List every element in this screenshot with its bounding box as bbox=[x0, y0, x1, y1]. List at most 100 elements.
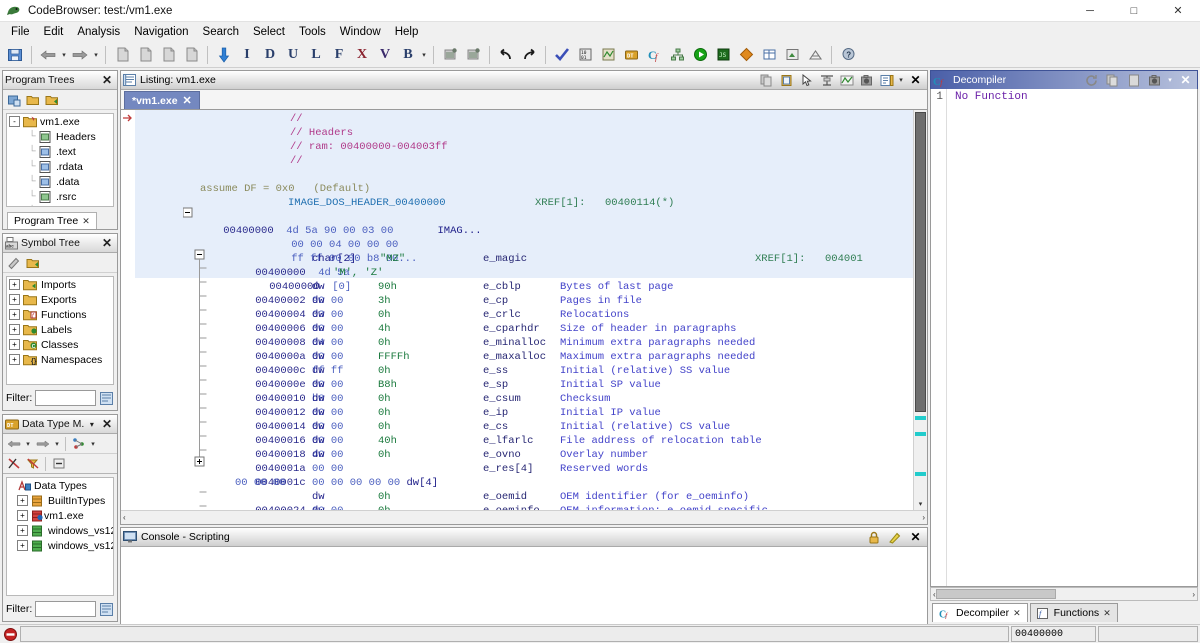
snapshot-listing-icon[interactable] bbox=[439, 44, 461, 66]
filter-pointers-icon[interactable] bbox=[70, 435, 87, 452]
rename-symbol-icon[interactable] bbox=[5, 254, 22, 271]
table-icon[interactable] bbox=[758, 44, 780, 66]
collapse-all-icon[interactable] bbox=[50, 455, 67, 472]
memory-map-icon[interactable] bbox=[597, 44, 619, 66]
tab-close-icon[interactable]: ✕ bbox=[82, 216, 90, 227]
redo-icon[interactable] bbox=[518, 44, 540, 66]
tab-close-icon[interactable]: ✕ bbox=[1103, 608, 1111, 619]
minimize-button[interactable]: ─ bbox=[1068, 0, 1112, 22]
save-icon[interactable] bbox=[4, 44, 26, 66]
listing-field-name[interactable]: e_oemid bbox=[483, 490, 527, 504]
next-undefined-icon[interactable] bbox=[180, 44, 202, 66]
next-down-icon[interactable] bbox=[213, 44, 235, 66]
listing-xref-value[interactable]: 00400114(*) bbox=[605, 196, 674, 210]
forward-dropdown-icon[interactable]: ▾ bbox=[53, 440, 61, 448]
export-c-icon[interactable] bbox=[1124, 72, 1143, 89]
filter-dropdown-icon[interactable]: ▾ bbox=[89, 440, 97, 448]
paste-icon[interactable] bbox=[777, 72, 796, 89]
tab-close-icon[interactable]: ✕ bbox=[1013, 608, 1021, 619]
symbol-tree-close-icon[interactable]: ✕ bbox=[99, 236, 115, 250]
listing-scroll-thumb[interactable] bbox=[915, 112, 926, 412]
tree-node-headers[interactable]: └ Headers bbox=[7, 129, 113, 144]
filter-options-icon[interactable] bbox=[99, 391, 114, 406]
tree-node-rsrc[interactable]: └ .rsrc bbox=[7, 189, 113, 204]
tree-node-namespaces[interactable]: + {} Namespaces bbox=[7, 352, 113, 367]
listing-close-icon[interactable]: ✕ bbox=[906, 72, 925, 89]
symbol-tree-view[interactable]: + Imports + Exports + f Functions bbox=[6, 276, 114, 385]
select-cursor-icon[interactable] bbox=[797, 72, 816, 89]
listing-vertical-scrollbar[interactable]: ▾ bbox=[913, 110, 927, 510]
no-filter-icon[interactable] bbox=[5, 455, 22, 472]
listing-value[interactable]: 0h bbox=[378, 308, 391, 322]
tree-node-reloc[interactable]: └ .reloc bbox=[7, 204, 113, 207]
dtm-filter-input[interactable] bbox=[35, 601, 96, 617]
tree-node-windows-vs12-64[interactable]: + windows_vs12_64 bbox=[7, 538, 113, 553]
clear-console-icon[interactable] bbox=[885, 529, 904, 546]
listing-expanders[interactable] bbox=[183, 206, 213, 510]
back-arrow-icon[interactable] bbox=[5, 435, 22, 452]
listing-value[interactable]: 0h bbox=[378, 420, 391, 434]
tree-node-classes[interactable]: + C Classes bbox=[7, 337, 113, 352]
export-icon[interactable] bbox=[781, 44, 803, 66]
listing-value[interactable]: 0h bbox=[378, 406, 391, 420]
expander-icon[interactable]: + bbox=[17, 510, 28, 521]
copy-icon[interactable] bbox=[757, 72, 776, 89]
create-folder-icon[interactable] bbox=[5, 91, 22, 108]
next-data-icon[interactable] bbox=[157, 44, 179, 66]
file-tab-vm1-exe[interactable]: *vm1.exe ✕ bbox=[124, 91, 200, 109]
tree-node-text[interactable]: └ .text bbox=[7, 144, 113, 159]
back-arrow-icon[interactable] bbox=[37, 44, 59, 66]
listing-field-name[interactable]: e_cblp bbox=[483, 280, 521, 294]
program-tree-view[interactable]: - vm1.exe └ Headers └ .text bbox=[6, 113, 114, 207]
next-instruction-icon[interactable] bbox=[134, 44, 156, 66]
console-body[interactable] bbox=[121, 547, 927, 626]
listing-value[interactable]: B8h bbox=[378, 378, 397, 392]
undo-icon[interactable] bbox=[495, 44, 517, 66]
no-entry-icon[interactable] bbox=[2, 626, 18, 642]
listing-label[interactable]: IMAGE_DOS_HEADER_00400000 bbox=[288, 196, 446, 210]
clear-filter-icon[interactable] bbox=[24, 455, 41, 472]
open-folder-icon[interactable] bbox=[24, 91, 41, 108]
decompiler-horizontal-scrollbar[interactable]: ‹ › bbox=[930, 587, 1198, 601]
label-marker-icon[interactable]: L bbox=[305, 44, 327, 66]
listing-xref-value[interactable]: 004001 bbox=[825, 252, 863, 266]
listing-value[interactable]: 0h bbox=[378, 392, 391, 406]
archive-icon[interactable] bbox=[804, 44, 826, 66]
listing-body[interactable]: // // Headers // ram: 00400000-004003ff … bbox=[121, 110, 927, 510]
dtm-menu-caret-icon[interactable]: ▾ bbox=[88, 420, 96, 429]
tree-node-root[interactable]: - vm1.exe bbox=[7, 114, 113, 129]
listing-field-name[interactable]: e_crlc bbox=[483, 308, 521, 322]
filter-options-icon[interactable] bbox=[99, 602, 114, 617]
snapshot-window-icon[interactable] bbox=[462, 44, 484, 66]
undefined-marker-icon[interactable]: U bbox=[282, 44, 304, 66]
listing-field-name[interactable]: e_sp bbox=[483, 378, 508, 392]
decompiler-menu-caret-icon[interactable]: ▾ bbox=[1166, 76, 1174, 84]
diff-icon[interactable] bbox=[735, 44, 757, 66]
refresh-icon[interactable] bbox=[1082, 72, 1101, 89]
script-manager-icon[interactable]: JS bbox=[712, 44, 734, 66]
listing-value[interactable]: 0h bbox=[378, 364, 391, 378]
edit-fields-icon[interactable] bbox=[877, 72, 896, 89]
tab-decompiler[interactable]: Cf Decompiler ✕ bbox=[932, 603, 1028, 622]
decompiler-scroll-thumb[interactable] bbox=[936, 589, 1056, 599]
close-button[interactable]: ✕ bbox=[1156, 0, 1200, 22]
copy-icon[interactable] bbox=[1103, 72, 1122, 89]
bookmark-marker-icon[interactable]: V bbox=[374, 44, 396, 66]
listing-field-name[interactable]: e_cp bbox=[483, 294, 508, 308]
listing-value[interactable]: 0h bbox=[378, 504, 391, 510]
menu-file[interactable]: File bbox=[4, 24, 37, 40]
data-type-tree-view[interactable]: Data Types + BuiltInTypes + vm1.exe bbox=[6, 477, 114, 596]
tree-node-builtintypes[interactable]: + BuiltInTypes bbox=[7, 493, 113, 508]
back-dropdown-icon[interactable]: ▾ bbox=[24, 440, 32, 448]
listing-field-name[interactable]: e_lfarlc bbox=[483, 434, 533, 448]
toggle-diff-icon[interactable] bbox=[837, 72, 856, 89]
dtm-close-icon[interactable]: ✕ bbox=[99, 417, 115, 431]
listing-field-name[interactable]: e_cparhdr bbox=[483, 322, 540, 336]
data-marker-icon[interactable]: D bbox=[259, 44, 281, 66]
tab-program-tree[interactable]: Program Tree ✕ bbox=[7, 212, 97, 229]
listing-value[interactable]: 0h bbox=[378, 490, 391, 504]
menu-window[interactable]: Window bbox=[333, 24, 388, 40]
menu-help[interactable]: Help bbox=[388, 24, 426, 40]
listing-value[interactable]: 0h bbox=[378, 336, 391, 350]
goto-symbol-icon[interactable] bbox=[24, 254, 41, 271]
